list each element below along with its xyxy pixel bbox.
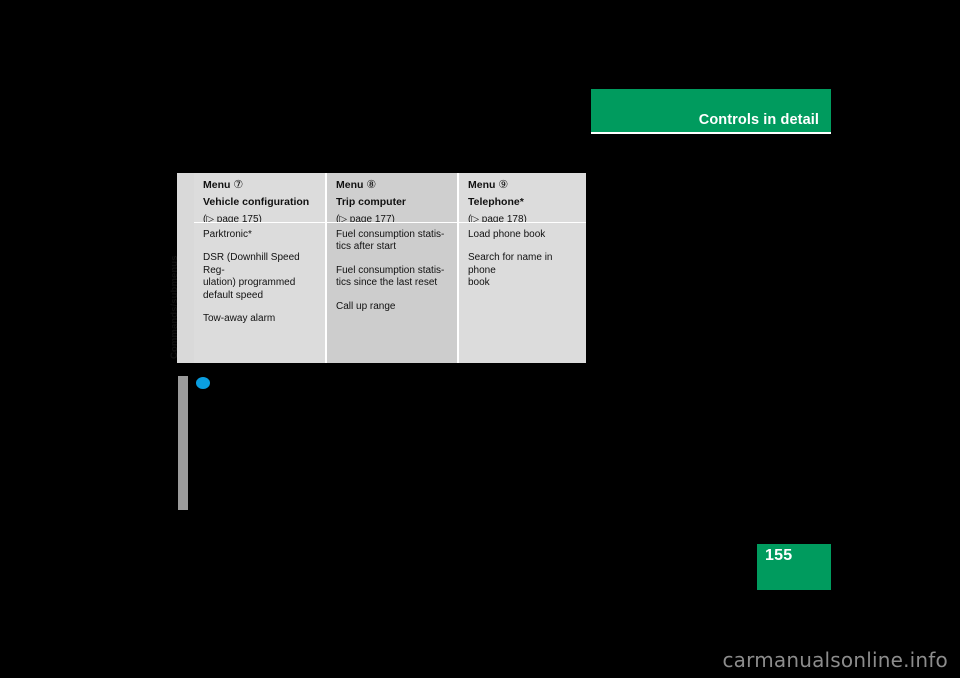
submenu-entry: Tow-away alarm: [203, 313, 276, 325]
column-body-menu-8: Fuel consumption statis-tics after start…: [327, 223, 457, 363]
header-underline-rule: [591, 132, 831, 134]
submenu-entry: DSR (Downhill Speed Reg-ulation) program…: [203, 252, 300, 301]
section-title: Controls in detail: [698, 112, 819, 128]
table-side-label: Commands/submenus: [169, 173, 194, 363]
menu-number-circled-icon: ⑧: [366, 179, 377, 191]
table-column-menu-8: Menu ⑧ Trip computer (▷ page 177) Fuel c…: [327, 173, 457, 363]
submenu-entry: Fuel consumption statis-tics after start: [336, 229, 445, 253]
menu-overview-table: Commands/submenus Menu ⑦ Vehicle configu…: [169, 173, 586, 363]
column-header-menu-9: Menu ⑨ Telephone* (▷ page 178): [459, 173, 586, 225]
menu-name: Vehicle configuration: [203, 196, 310, 208]
menu-label: Menu: [468, 179, 496, 191]
submenu-entry: Search for name in phone book: [468, 252, 553, 289]
site-watermark: carmanualsonline.info: [722, 648, 948, 672]
menu-label-line: Menu ⑨: [468, 179, 578, 192]
submenu-entry: Fuel consumption statis-tics since the l…: [336, 264, 445, 289]
menu-label: Menu: [203, 179, 231, 191]
page-number-block: 155: [757, 544, 831, 590]
menu-name: Telephone*: [468, 196, 524, 208]
menu-name: Trip computer: [336, 196, 407, 208]
page-number: 155: [765, 547, 793, 564]
menu-label: Menu: [336, 179, 364, 191]
submenu-entry: Load phone book: [468, 229, 546, 240]
section-header-banner: Controls in detail: [591, 89, 831, 134]
menu-number-circled-icon: ⑦: [233, 179, 244, 191]
column-body-menu-7: Parktronic* DSR (Downhill Speed Reg-ulat…: [194, 223, 325, 363]
column-header-menu-7: Menu ⑦ Vehicle configuration (▷ page 175…: [194, 173, 325, 225]
menu-label-line: Menu ⑦: [203, 179, 317, 192]
column-header-menu-8: Menu ⑧ Trip computer (▷ page 177): [327, 173, 457, 225]
column-body-menu-9: Load phone book Search for name in phone…: [459, 223, 586, 363]
menu-number-circled-icon: ⑨: [498, 179, 509, 191]
page-edge-tab-marker: [178, 376, 188, 510]
menu-label-line: Menu ⑧: [336, 179, 449, 192]
table-column-menu-9: Menu ⑨ Telephone* (▷ page 178) Load phon…: [459, 173, 586, 363]
table-side-label-text: Commands/submenus: [169, 255, 180, 359]
table-column-menu-7: Menu ⑦ Vehicle configuration (▷ page 175…: [194, 173, 325, 363]
blue-circle-icon: [196, 377, 210, 389]
submenu-entry: Call up range: [336, 300, 396, 312]
submenu-entry: Parktronic*: [203, 229, 252, 240]
